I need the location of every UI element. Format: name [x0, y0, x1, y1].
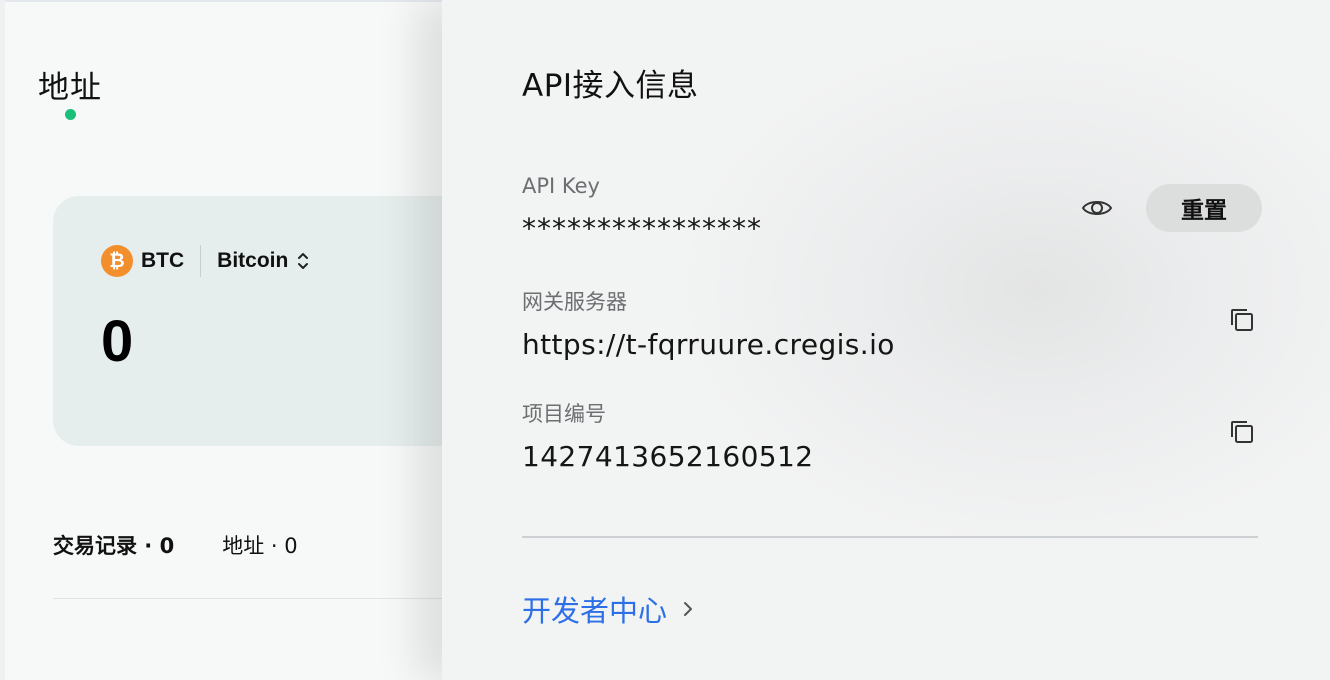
coin-divider — [200, 245, 202, 277]
left-edge — [0, 0, 5, 680]
gateway-value: https://t-fqrruure.cregis.io — [522, 328, 895, 361]
api-key-value: **************** — [522, 212, 762, 245]
tabs-divider — [53, 598, 473, 599]
record-tabs: 交易记录 · 0 地址 · 0 — [53, 530, 298, 560]
drawer-divider — [522, 536, 1258, 538]
bitcoin-icon: ₿ — [101, 245, 133, 277]
coin-selector[interactable]: Bitcoin — [217, 249, 310, 273]
tab-addresses[interactable]: 地址 · 0 — [222, 530, 297, 560]
gateway-label: 网关服务器 — [522, 290, 627, 314]
api-info-drawer: API接入信息 API Key **************** 重置 网关服务… — [442, 0, 1330, 680]
copy-icon[interactable] — [1228, 418, 1256, 446]
developer-center-label: 开发者中心 — [522, 594, 668, 628]
api-key-label: API Key — [522, 174, 600, 198]
drawer-title: API接入信息 — [522, 68, 699, 104]
copy-icon[interactable] — [1228, 306, 1256, 334]
project-id-value: 1427413652160512 — [522, 440, 814, 473]
page-title: 地址 — [38, 70, 102, 106]
developer-center-link[interactable]: 开发者中心 — [522, 588, 695, 630]
chevron-up-down-icon — [298, 253, 309, 269]
coin-symbol: BTC — [141, 249, 185, 272]
coin-name: Bitcoin — [217, 249, 289, 272]
tab-transactions[interactable]: 交易记录 · 0 — [53, 530, 174, 560]
eye-icon[interactable] — [1080, 194, 1114, 222]
coin-row: ₿ BTC Bitcoin — [101, 244, 310, 278]
reset-api-key-button[interactable]: 重置 — [1146, 184, 1262, 232]
balance-value: 0 — [101, 309, 134, 374]
active-indicator-dot — [65, 109, 76, 120]
project-id-label: 项目编号 — [522, 402, 606, 426]
chevron-right-icon — [684, 602, 693, 616]
